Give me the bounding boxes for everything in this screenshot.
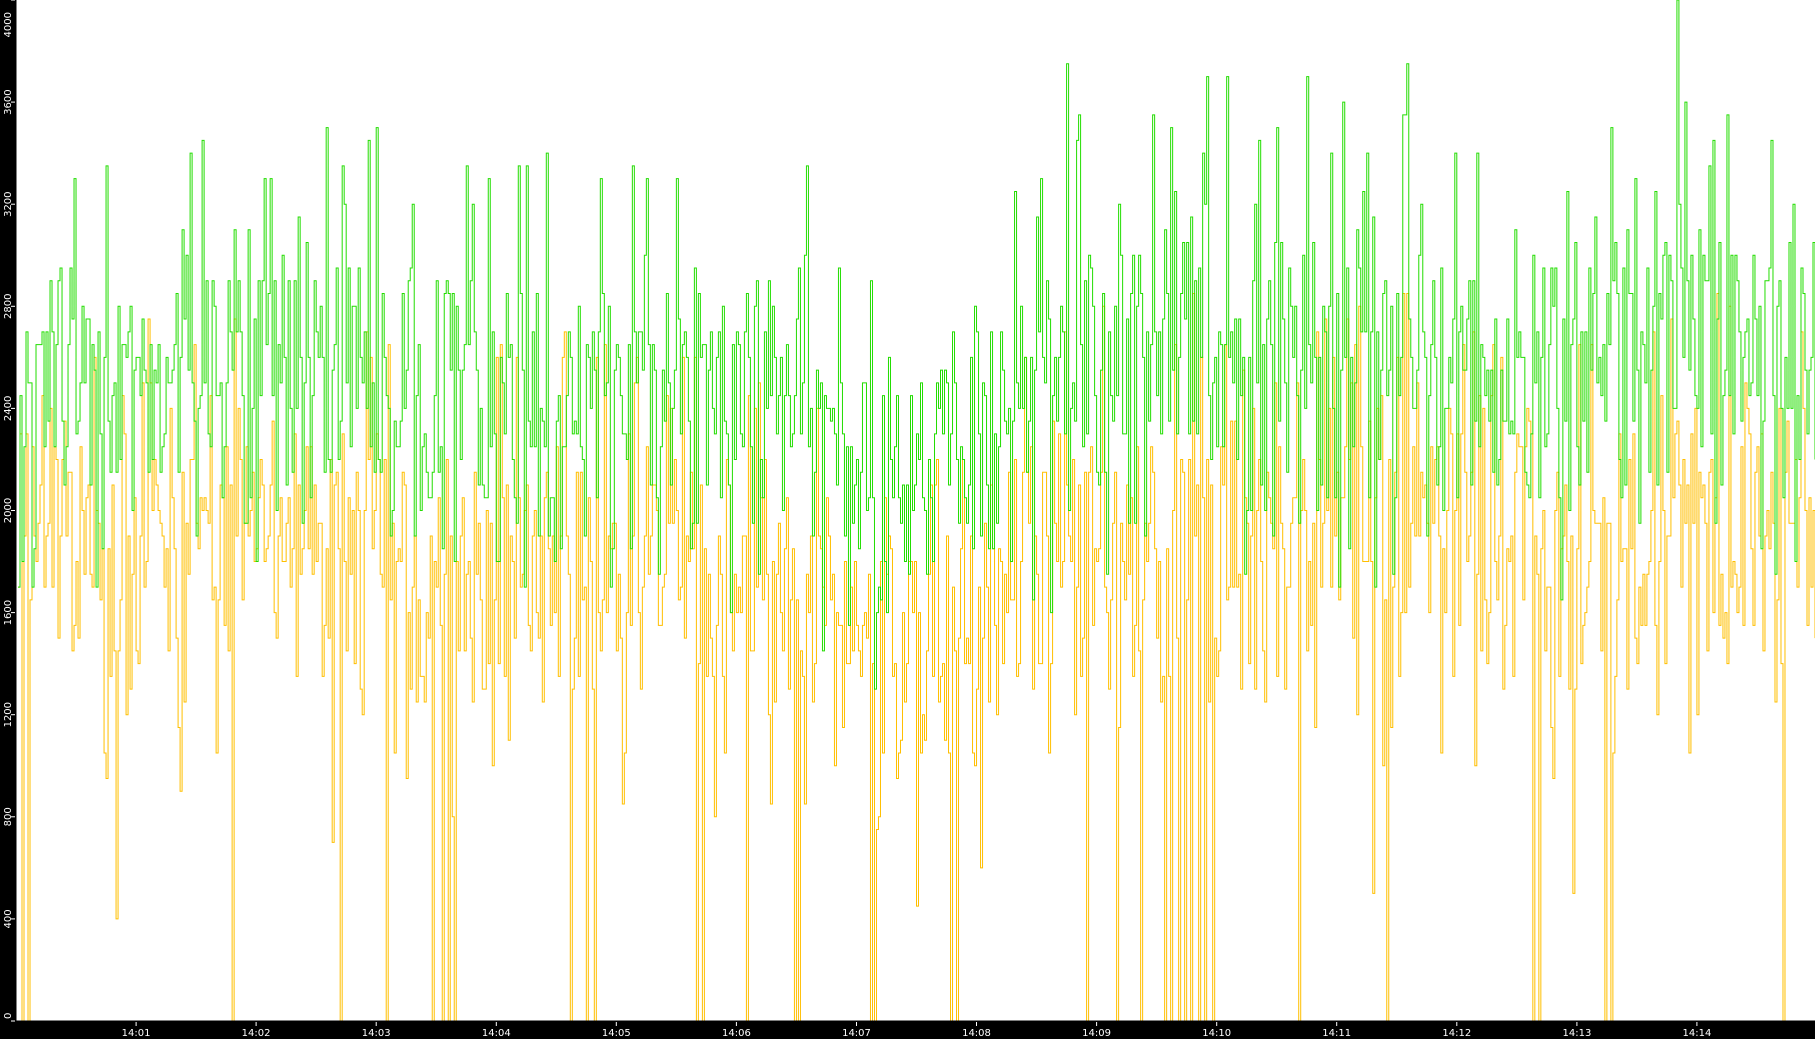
x-tick-label: 14:01 <box>122 1028 151 1039</box>
y-tick-label: 1200 <box>3 702 14 727</box>
y-tick-label: 800 <box>3 807 14 826</box>
y-tick-label: 4000 <box>3 12 14 37</box>
y-tick-label: 1600 <box>3 600 14 625</box>
x-axis-strip <box>0 1022 1815 1039</box>
x-tick-label: 14:07 <box>842 1028 871 1039</box>
y-tick-label: 2000 <box>3 498 14 523</box>
x-tick-label: 14:09 <box>1082 1028 1111 1039</box>
x-tick-label: 14:12 <box>1442 1028 1471 1039</box>
x-tick-label: 14:13 <box>1562 1028 1591 1039</box>
y-tick-label: 2400 <box>3 396 14 421</box>
x-tick-label: 14:03 <box>362 1028 391 1039</box>
x-tick-label: 14:06 <box>722 1028 751 1039</box>
x-tick-label: 14:10 <box>1202 1028 1231 1039</box>
x-tick-label: 14:08 <box>962 1028 991 1039</box>
y-tick-label: 400 <box>3 909 14 928</box>
x-tick-label: 14:14 <box>1682 1028 1711 1039</box>
y-tick-label: 3200 <box>3 191 14 216</box>
chart-canvas: 14:01 14:02 14:03 14:04 14:05 14:06 14:07 14:08… <box>0 0 1815 1039</box>
series-line-yellow <box>18 293 1815 1022</box>
y-tick-label: 0 <box>3 1013 14 1019</box>
y-tick-label: 2800 <box>3 294 14 319</box>
y-tick-label: 3600 <box>3 89 14 114</box>
x-tick-label: 14:04 <box>482 1028 511 1039</box>
x-tick-label: 14:02 <box>242 1028 271 1039</box>
plot-area <box>18 0 1815 1022</box>
x-tick-label: 14:11 <box>1322 1028 1351 1039</box>
time-series-chart: 14:01 14:02 14:03 14:04 14:05 14:06 14:07 14:08… <box>0 0 1815 1039</box>
x-tick-label: 14:05 <box>602 1028 631 1039</box>
